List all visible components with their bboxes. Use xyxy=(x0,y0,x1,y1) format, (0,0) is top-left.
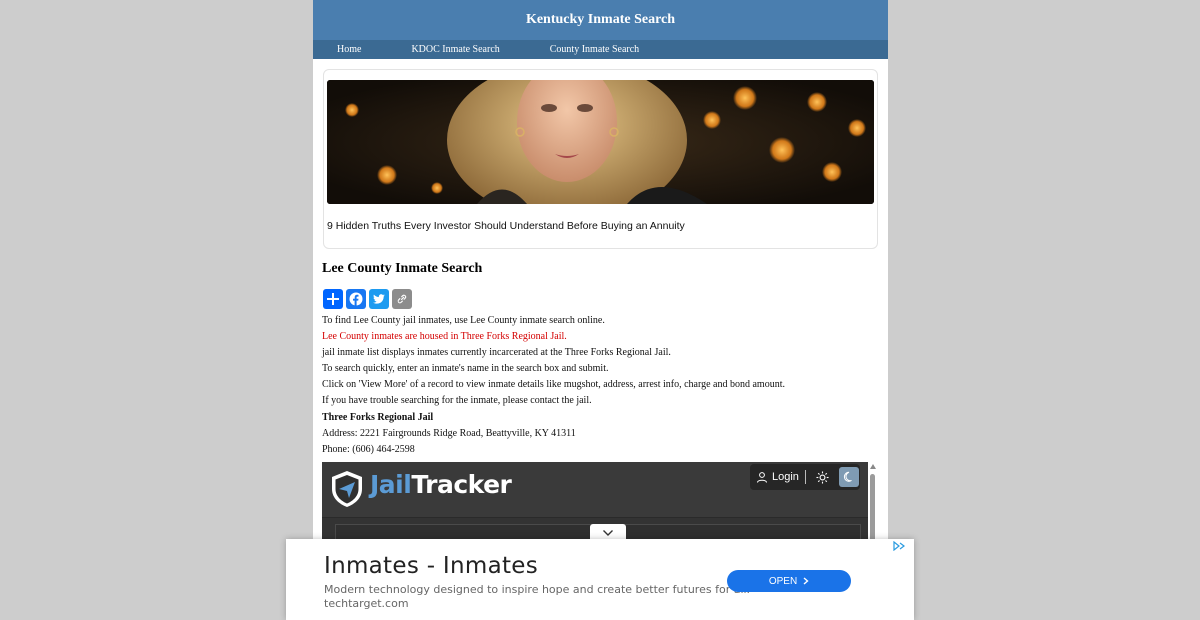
logo-jail: Jail xyxy=(370,470,412,499)
twitter-icon[interactable] xyxy=(369,289,389,309)
chevron-right-icon xyxy=(803,577,809,585)
intro-line: To search quickly, enter an inmate's nam… xyxy=(322,363,609,374)
nav-item-home[interactable]: Home xyxy=(337,44,361,55)
bottom-ad-domain: techtarget.com xyxy=(324,597,409,610)
jailtracker-logo: JailTracker xyxy=(370,470,512,499)
divider xyxy=(804,470,806,484)
page-container: Kentucky Inmate Search Home KDOC Inmate … xyxy=(313,0,888,620)
intro-line: jail inmate list displays inmates curren… xyxy=(322,347,671,358)
jail-phone: Phone: (606) 464-2598 xyxy=(322,444,415,455)
adchoices-icon[interactable] xyxy=(892,541,906,551)
site-header: Kentucky Inmate Search xyxy=(313,0,888,40)
open-button[interactable]: OPEN xyxy=(727,570,851,592)
jailtracker-header: JailTracker Login xyxy=(322,462,868,518)
ad-headline[interactable]: 9 Hidden Truths Every Investor Should Un… xyxy=(327,220,685,232)
sponsored-ad-card[interactable]: 9 Hidden Truths Every Investor Should Un… xyxy=(323,69,878,249)
site-title[interactable]: Kentucky Inmate Search xyxy=(526,12,675,27)
jail-address: Address: 2221 Fairgrounds Ridge Road, Be… xyxy=(322,428,576,439)
intro-line: To find Lee County jail inmates, use Lee… xyxy=(322,315,605,326)
logo-tracker: Tracker xyxy=(411,470,512,499)
bottom-ad-description: Modern technology designed to inspire ho… xyxy=(324,583,751,596)
nav-item-kdoc-inmate-search[interactable]: KDOC Inmate Search xyxy=(411,44,499,55)
chevron-down-icon xyxy=(603,530,613,536)
jailtracker-shield-icon xyxy=(332,471,362,507)
user-icon xyxy=(757,472,767,483)
intro-line-housed: Lee County inmates are housed in Three F… xyxy=(322,331,567,342)
bottom-ad-title[interactable]: Inmates - Inmates xyxy=(324,553,538,579)
intro-text: To find Lee County jail inmates, use Lee… xyxy=(322,313,882,409)
addtoany-plus-icon[interactable] xyxy=(323,289,343,309)
page-title: Lee County Inmate Search xyxy=(322,261,483,276)
copy-link-icon[interactable] xyxy=(392,289,412,309)
moon-icon[interactable] xyxy=(838,467,859,487)
share-buttons xyxy=(323,289,412,309)
jail-contact: Three Forks Regional Jail Address: 2221 … xyxy=(322,410,576,458)
login-button[interactable]: Login xyxy=(772,471,799,483)
intro-line: If you have trouble searching for the in… xyxy=(322,395,592,406)
intro-line: Click on 'View More' of a record to view… xyxy=(322,379,785,390)
open-button-label: OPEN xyxy=(768,575,798,587)
jail-name: Three Forks Regional Jail xyxy=(322,412,434,423)
ad-image[interactable] xyxy=(327,80,874,204)
ad-photo-woman xyxy=(327,80,874,204)
main-nav: Home KDOC Inmate Search County Inmate Se… xyxy=(313,40,888,59)
bottom-banner-ad[interactable]: Inmates - Inmates Modern technology desi… xyxy=(286,539,914,620)
sun-icon[interactable] xyxy=(816,470,829,484)
tracker-controls: Login xyxy=(750,464,860,490)
scroll-up-arrow-icon[interactable] xyxy=(870,464,876,469)
nav-item-county-inmate-search[interactable]: County Inmate Search xyxy=(550,44,639,55)
facebook-icon[interactable] xyxy=(346,289,366,309)
